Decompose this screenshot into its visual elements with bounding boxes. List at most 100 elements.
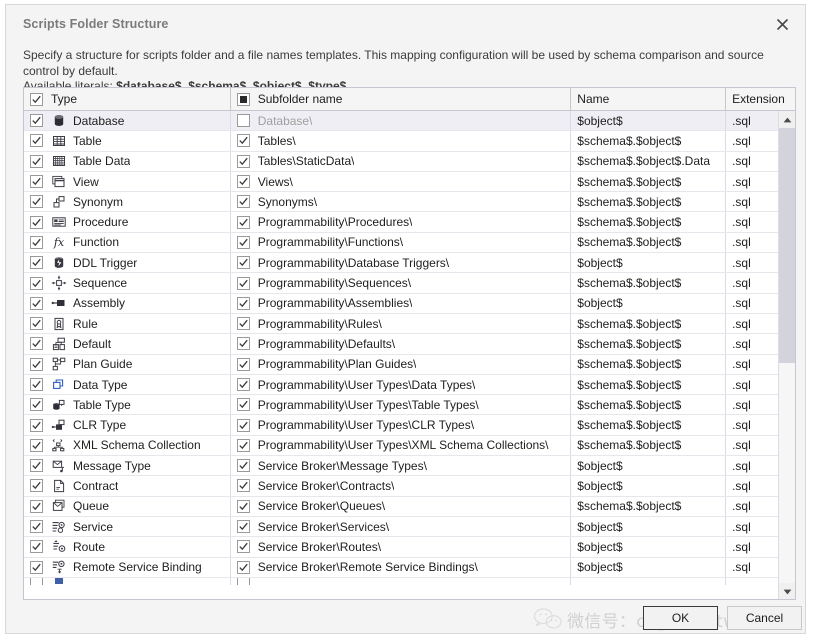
table-row[interactable]: Plan Guide Programmability\Plan Guides\ $s…	[24, 354, 795, 375]
row-subfolder-cell[interactable]: Tables\	[231, 131, 572, 151]
row-subfolder-cell[interactable]: Programmability\Sequences\	[231, 273, 572, 293]
column-header-type[interactable]: Type	[24, 88, 231, 110]
table-row[interactable]: Rule Programmability\Rules\ $schema$.$obje…	[24, 313, 795, 335]
row-name-cell[interactable]: $object$	[571, 516, 727, 537]
row-enabled-checkbox[interactable]	[30, 276, 43, 290]
row-enabled-checkbox[interactable]	[30, 317, 43, 331]
row-subfolder-checkbox[interactable]	[236, 215, 250, 229]
row-name-cell[interactable]: $schema$.$object$	[571, 334, 727, 354]
row-subfolder-cell[interactable]: Programmability\Rules\	[231, 313, 572, 334]
row-subfolder-cell[interactable]: Service Broker\Message Types\	[231, 456, 572, 476]
row-enabled-checkbox[interactable]	[30, 560, 43, 574]
row-enabled-checkbox[interactable]	[30, 296, 43, 310]
column-header-name[interactable]: Name	[571, 88, 727, 110]
row-subfolder-cell[interactable]: Programmability\Database Triggers\	[231, 253, 572, 273]
grid-vertical-scrollbar[interactable]	[778, 111, 795, 599]
row-subfolder-cell[interactable]: Views\	[231, 171, 572, 192]
row-enabled-checkbox[interactable]	[30, 378, 43, 391]
row-name-cell[interactable]: $object$	[571, 456, 727, 476]
table-row[interactable]: Default Programmability\Defaults\ $schema$…	[24, 334, 795, 355]
row-enabled-checkbox[interactable]	[30, 256, 43, 270]
row-subfolder-cell[interactable]: Service Broker\Remote Service Bindings\	[231, 557, 572, 577]
row-enabled-checkbox[interactable]	[30, 154, 43, 168]
row-enabled-checkbox[interactable]	[30, 540, 43, 554]
select-all-types-checkbox[interactable]	[30, 92, 43, 106]
row-subfolder-cell[interactable]: Tables\StaticData\	[231, 151, 572, 171]
table-row[interactable]: DDL Trigger Programmability\Database Trig…	[24, 253, 795, 274]
row-subfolder-checkbox[interactable]	[236, 418, 250, 432]
table-row[interactable]: Synonym Synonyms\ $schema$.$object$ .sql	[24, 192, 795, 213]
row-enabled-checkbox[interactable]	[30, 337, 43, 351]
table-row[interactable]: Database Database\ $object$ .sql	[24, 111, 795, 132]
row-subfolder-cell[interactable]: Programmability\User Types\Data Types\	[231, 374, 572, 395]
row-enabled-checkbox[interactable]	[30, 577, 43, 585]
row-name-cell[interactable]: $schema$.$object$	[571, 354, 727, 374]
row-subfolder-cell[interactable]: Database\	[231, 111, 572, 131]
row-name-cell[interactable]: $object$	[571, 253, 727, 273]
row-name-cell[interactable]: $schema$.$object$	[571, 435, 727, 456]
table-row[interactable]: View Views\ $schema$.$object$ .sql	[24, 171, 795, 193]
row-subfolder-checkbox[interactable]	[236, 114, 250, 128]
row-subfolder-checkbox[interactable]	[236, 438, 250, 452]
row-subfolder-checkbox[interactable]	[236, 540, 250, 554]
row-name-cell[interactable]: $schema$.$object$	[571, 415, 727, 435]
row-name-cell[interactable]: $object$	[571, 111, 727, 131]
row-subfolder-checkbox[interactable]	[236, 195, 250, 209]
row-subfolder-checkbox[interactable]	[236, 378, 250, 391]
row-enabled-checkbox[interactable]	[30, 357, 43, 371]
row-enabled-checkbox[interactable]	[30, 418, 43, 432]
row-subfolder-checkbox[interactable]	[236, 560, 250, 574]
table-row[interactable]	[24, 577, 795, 585]
row-name-cell[interactable]	[571, 577, 727, 585]
row-name-cell[interactable]: $object$	[571, 537, 727, 557]
row-enabled-checkbox[interactable]	[30, 499, 43, 513]
row-subfolder-checkbox[interactable]	[236, 317, 250, 331]
table-row[interactable]: fx Function Programmability\Functions\ $sch…	[24, 232, 795, 254]
row-subfolder-checkbox[interactable]	[236, 175, 250, 189]
row-enabled-checkbox[interactable]	[30, 195, 43, 209]
row-subfolder-cell[interactable]: Synonyms\	[231, 192, 572, 212]
row-subfolder-cell[interactable]: Service Broker\Routes\	[231, 537, 572, 557]
column-header-extension[interactable]: Extension	[726, 88, 795, 110]
row-name-cell[interactable]: $schema$.$object$	[571, 395, 727, 415]
row-name-cell[interactable]: $object$	[571, 293, 727, 313]
row-subfolder-cell[interactable]: Service Broker\Queues\	[231, 496, 572, 516]
row-subfolder-checkbox[interactable]	[236, 479, 250, 493]
row-subfolder-checkbox[interactable]	[236, 499, 250, 513]
row-subfolder-checkbox[interactable]	[236, 154, 250, 168]
row-enabled-checkbox[interactable]	[30, 479, 43, 493]
row-subfolder-checkbox[interactable]	[236, 459, 250, 473]
row-subfolder-checkbox[interactable]	[236, 256, 250, 270]
row-enabled-checkbox[interactable]	[30, 459, 43, 473]
scroll-down-icon[interactable]	[779, 583, 795, 599]
row-subfolder-cell[interactable]: Programmability\Defaults\	[231, 334, 572, 354]
scroll-up-icon[interactable]	[779, 111, 795, 128]
table-row[interactable]: Service Service Broker\Services\ $object$.…	[24, 516, 795, 538]
row-subfolder-checkbox[interactable]	[236, 398, 250, 412]
row-subfolder-checkbox[interactable]	[236, 296, 250, 310]
table-row[interactable]: Remote Service Binding Service Broker\Rem…	[24, 557, 795, 578]
row-enabled-checkbox[interactable]	[30, 215, 43, 229]
row-name-cell[interactable]: $schema$.$object$	[571, 496, 727, 516]
row-subfolder-checkbox[interactable]	[236, 520, 250, 534]
row-name-cell[interactable]: $object$	[571, 557, 727, 577]
row-enabled-checkbox[interactable]	[30, 175, 43, 189]
row-enabled-checkbox[interactable]	[30, 398, 43, 412]
row-subfolder-cell[interactable]: Programmability\User Types\XML Schema Co…	[231, 435, 572, 456]
cancel-button[interactable]: Cancel	[727, 606, 802, 630]
row-name-cell[interactable]: $schema$.$object$	[571, 313, 727, 334]
row-subfolder-checkbox[interactable]	[236, 337, 250, 351]
table-row[interactable]: XML Schema Collection Programmability\Use…	[24, 435, 795, 457]
table-row[interactable]: Route Service Broker\Routes\ $object$ .sql	[24, 537, 795, 558]
row-subfolder-checkbox[interactable]	[236, 357, 250, 371]
table-row[interactable]: Data Type Programmability\User Types\Data…	[24, 374, 795, 396]
row-subfolder-cell[interactable]	[231, 577, 572, 585]
row-name-cell[interactable]: $object$	[571, 476, 727, 496]
table-row[interactable]: CLR Type Programmability\User Types\CLR T…	[24, 415, 795, 436]
row-subfolder-cell[interactable]: Programmability\Functions\	[231, 232, 572, 253]
table-row[interactable]: Message Type Service Broker\Message Types…	[24, 456, 795, 477]
close-icon[interactable]	[769, 12, 795, 36]
row-subfolder-cell[interactable]: Programmability\User Types\Table Types\	[231, 395, 572, 415]
row-subfolder-cell[interactable]: Programmability\User Types\CLR Types\	[231, 415, 572, 435]
table-row[interactable]: Assembly Programmability\Assemblies\ $obje…	[24, 293, 795, 314]
